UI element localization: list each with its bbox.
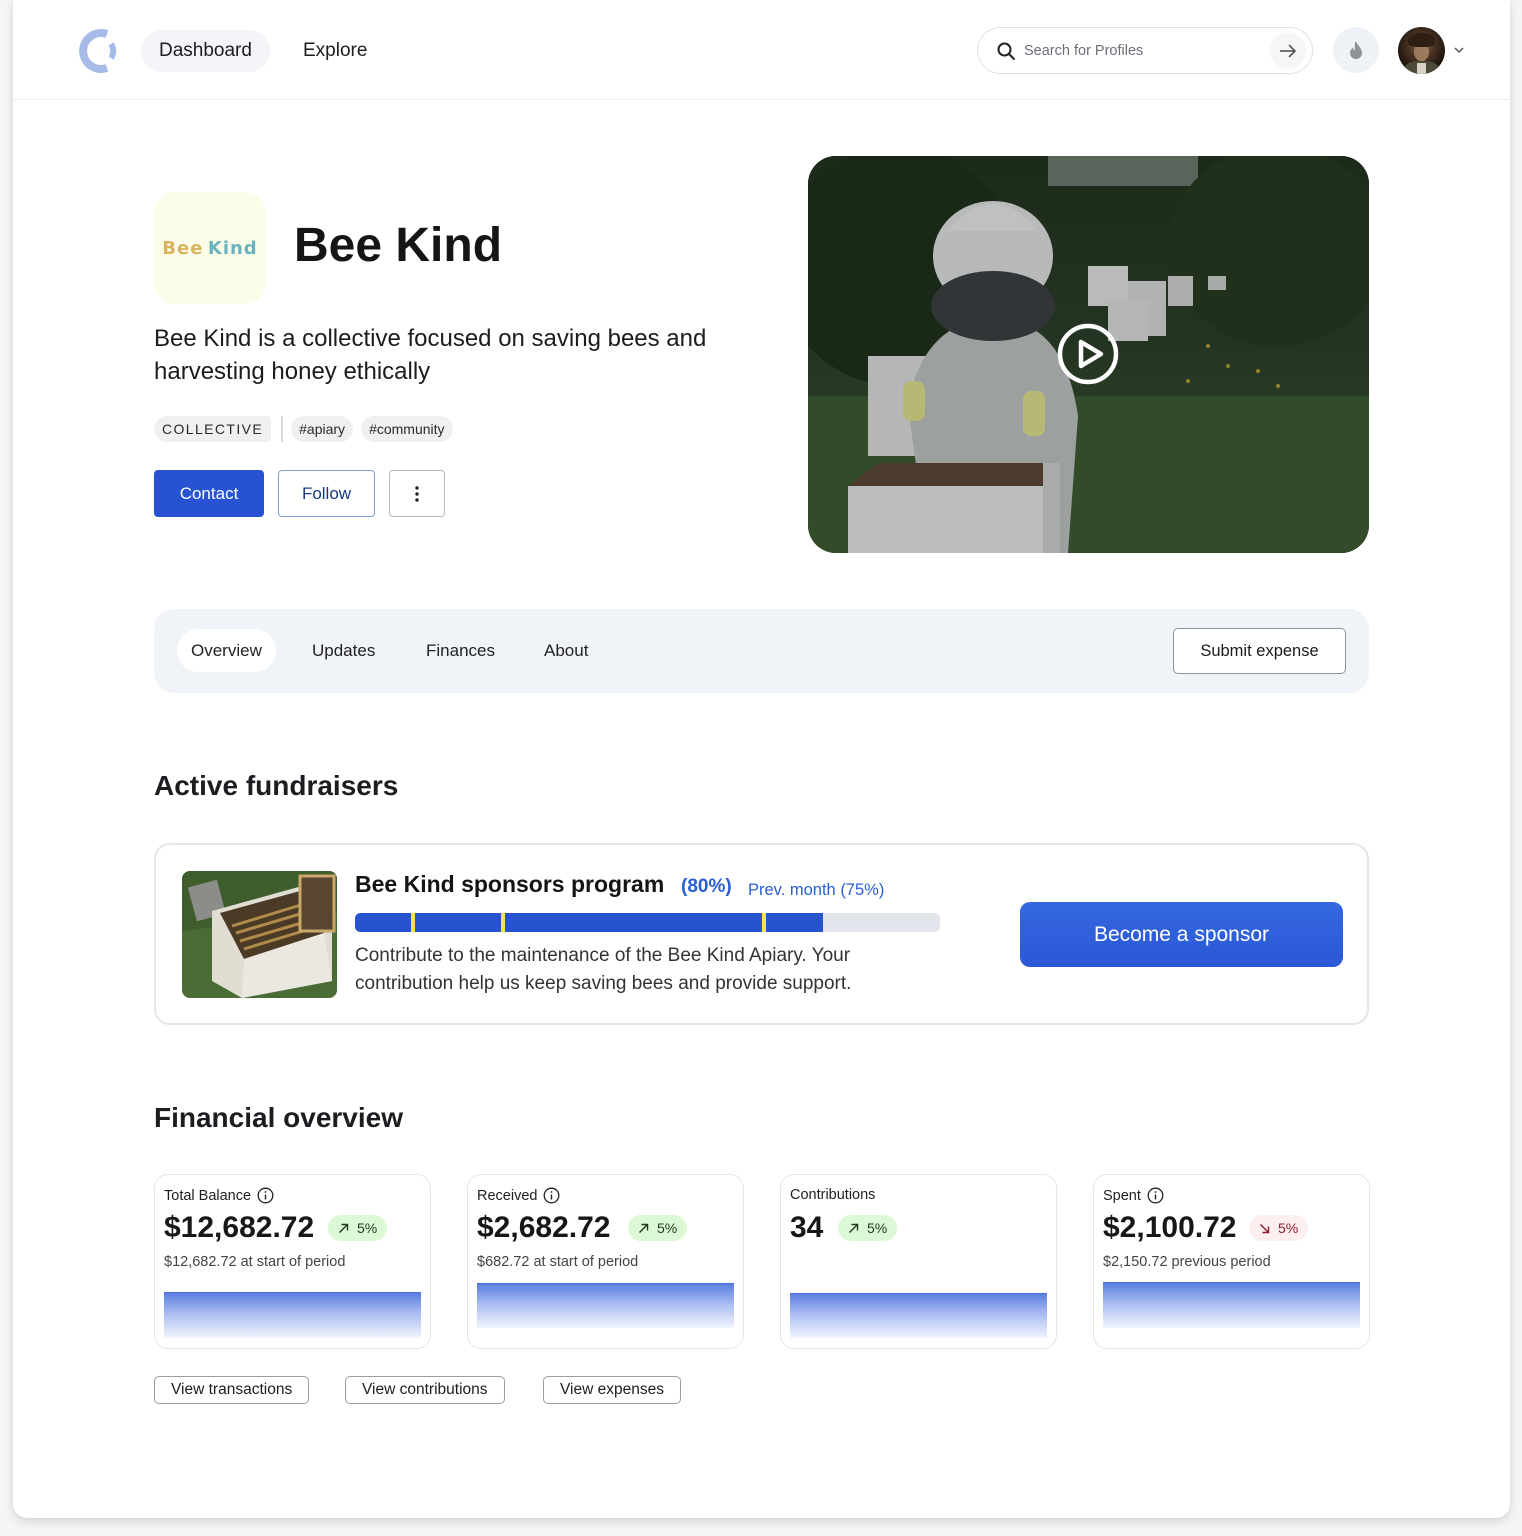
progress-milestone-marker — [411, 913, 416, 932]
change-value: 5% — [1278, 1220, 1299, 1236]
view-expenses-button[interactable]: View expenses — [543, 1376, 681, 1404]
tab-overview[interactable]: Overview — [177, 629, 276, 672]
follow-button[interactable]: Follow — [278, 470, 375, 517]
fundraiser-percent: (80%) — [681, 876, 732, 897]
fundraiser-card: Bee Kind sponsors program (80%) Prev. mo… — [154, 843, 1369, 1025]
fundraiser-title[interactable]: Bee Kind sponsors program — [355, 871, 664, 898]
search-submit-button[interactable] — [1270, 33, 1306, 69]
progress-milestone-marker — [501, 913, 506, 932]
fundraiser-description: Contribute to the maintenance of the Bee… — [355, 945, 852, 994]
type-tag[interactable]: COLLECTIVE — [154, 416, 272, 442]
view-contributions-button[interactable]: View contributions — [345, 1376, 505, 1404]
arrow-right-icon — [1280, 44, 1297, 58]
change-badge: 5% — [1249, 1215, 1309, 1241]
change-badge: 5% — [838, 1215, 898, 1241]
beehive-image — [182, 871, 337, 998]
active-fundraisers-title: Active fundraisers — [154, 770, 399, 801]
more-vertical-icon — [415, 485, 419, 502]
page: Dashboard Explore Search for Profiles Be… — [13, 0, 1510, 1518]
stat-value: 34 — [790, 1211, 824, 1244]
fundraiser-prev-month: Prev. month (75%) — [748, 881, 885, 899]
logo-text-bee: Bee — [162, 237, 204, 259]
submit-expense-button[interactable]: Submit expense — [1173, 628, 1346, 674]
nav-explore[interactable]: Explore — [285, 30, 385, 72]
profile-video[interactable] — [808, 156, 1369, 553]
stat-subtext: $682.72 at start of period — [477, 1254, 639, 1270]
arrow-up-right-icon — [639, 1223, 649, 1233]
info-icon[interactable] — [257, 1187, 274, 1204]
flame-icon — [1350, 41, 1362, 59]
financial-overview-title: Financial overview — [154, 1102, 403, 1133]
change-value: 5% — [657, 1220, 678, 1236]
tab-updates[interactable]: Updates — [298, 629, 389, 672]
nav-dashboard[interactable]: Dashboard — [141, 30, 270, 72]
tag-list: COLLECTIVE #apiary #community — [154, 416, 453, 442]
tab-about[interactable]: About — [530, 629, 602, 672]
view-transactions-button[interactable]: View transactions — [154, 1376, 310, 1404]
arrow-down-right-icon — [1260, 1223, 1270, 1233]
stat-label: Total Balance — [164, 1187, 274, 1204]
user-avatar[interactable] — [1398, 27, 1445, 74]
top-nav: Dashboard Explore — [13, 0, 1510, 100]
stat-value: $2,100.72 — [1103, 1211, 1237, 1244]
search-box — [977, 27, 1313, 74]
sparkline-area — [164, 1292, 421, 1338]
info-icon[interactable] — [543, 1187, 560, 1204]
change-badge: 5% — [628, 1215, 688, 1241]
change-value: 5% — [357, 1220, 378, 1236]
stat-label-text: Total Balance — [164, 1187, 252, 1204]
change-badge: 5% — [328, 1215, 388, 1241]
sparkline-area — [790, 1293, 1047, 1338]
stat-label: Received — [477, 1187, 560, 1204]
profile-logo: Bee Kind — [154, 192, 266, 304]
tab-finances[interactable]: Finances — [412, 629, 509, 672]
logo-icon[interactable] — [77, 28, 123, 74]
stat-value: $12,682.72 — [164, 1211, 315, 1244]
arrow-up-right-icon — [339, 1223, 349, 1233]
logo-text-kind: Kind — [207, 237, 258, 259]
chevron-down-icon[interactable] — [1451, 42, 1467, 58]
stat-label-text: Received — [477, 1187, 538, 1204]
info-icon[interactable] — [1147, 1187, 1164, 1204]
activity-button[interactable] — [1333, 27, 1379, 73]
stat-label: Contributions — [790, 1187, 875, 1203]
profile-name: Bee Kind — [294, 219, 503, 272]
progress-milestone-marker — [761, 913, 766, 932]
stat-label-text: Spent — [1103, 1187, 1141, 1204]
stat-card-contributions: Contributions 34 5% — [780, 1174, 1057, 1349]
sparkline-area — [1103, 1282, 1360, 1328]
tag-community[interactable]: #community — [361, 416, 453, 442]
stat-card-spent: Spent $2,100.72 5% $2,150.72 previous pe… — [1093, 1174, 1370, 1349]
sparkline-area — [477, 1283, 734, 1328]
become-sponsor-button[interactable]: Become a sponsor — [1020, 902, 1343, 967]
play-icon[interactable] — [1056, 322, 1120, 386]
change-value: 5% — [867, 1220, 888, 1236]
fundraiser-progress-bar — [355, 913, 940, 932]
more-button[interactable] — [389, 470, 445, 517]
stat-label-text: Contributions — [790, 1187, 876, 1203]
stat-value: $2,682.72 — [477, 1211, 611, 1244]
search-input[interactable] — [1024, 38, 1254, 64]
contact-button[interactable]: Contact — [154, 470, 264, 517]
stat-card-total-balance: Total Balance $12,682.72 5% $12,682.72 a… — [154, 1174, 431, 1349]
profile-description: Bee Kind is a collective focused on savi… — [154, 325, 707, 385]
stat-subtext: $2,150.72 previous period — [1103, 1254, 1271, 1270]
tag-divider — [281, 416, 284, 442]
stat-label: Spent — [1103, 1187, 1164, 1204]
stat-subtext: $12,682.72 at start of period — [164, 1254, 346, 1270]
fundraiser-image — [182, 871, 337, 998]
profile-tabs: Overview Updates Finances About Submit e… — [154, 609, 1369, 693]
tag-apiary[interactable]: #apiary — [291, 416, 354, 442]
arrow-up-right-icon — [849, 1223, 859, 1233]
progress-fill — [355, 913, 823, 932]
search-icon — [997, 42, 1015, 60]
stat-card-received: Received $2,682.72 5% $682.72 at start o… — [467, 1174, 744, 1349]
